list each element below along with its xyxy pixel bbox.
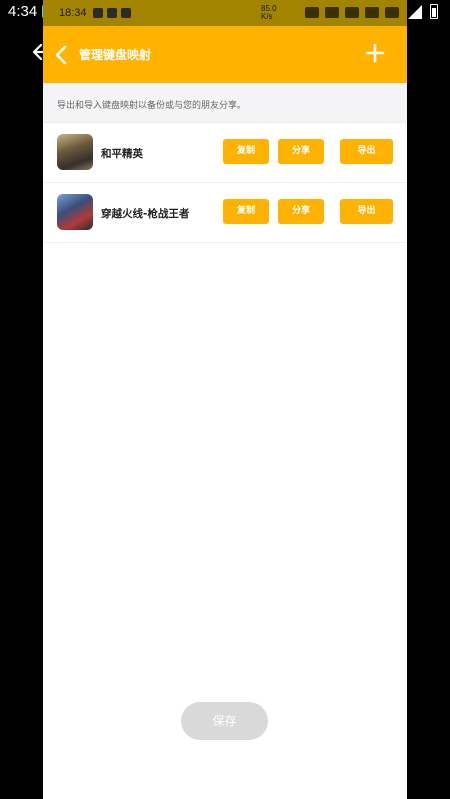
list-item: 穿越火线-枪战王者 复制 分享 导出 <box>43 183 407 243</box>
save-button[interactable]: 保存 <box>181 702 268 740</box>
game-icon <box>57 134 93 170</box>
app-bar: 管理键盘映射 <box>43 26 407 83</box>
network-speed: 85.0 K/s <box>261 5 277 21</box>
list-item: 和平精英 复制 分享 导出 <box>43 123 407 183</box>
notification-icon <box>121 8 131 18</box>
hint-text: 导出和导入键盘映射以备份或与您的朋友分享。 <box>43 83 407 123</box>
game-name: 和平精英 <box>101 148 143 160</box>
wifi-icon <box>325 7 339 18</box>
signal-icon <box>365 7 379 18</box>
battery-icon <box>430 4 438 19</box>
share-button[interactable]: 分享 <box>278 199 324 224</box>
notification-icon <box>93 8 103 18</box>
game-icon <box>57 194 93 230</box>
inner-notification-icons <box>93 8 131 18</box>
notification-icon <box>107 8 117 18</box>
screen: 4:34 18:34 85.0 K/s 管理键盘映射 导出和导入键盘映射以备份或… <box>0 0 450 799</box>
inner-status-icons <box>305 7 399 18</box>
share-button[interactable]: 分享 <box>278 139 324 164</box>
export-button[interactable]: 导出 <box>340 139 393 164</box>
signal-icon <box>345 7 359 18</box>
system-clock: 4:34 <box>8 3 38 20</box>
copy-button[interactable]: 复制 <box>223 139 269 164</box>
game-name: 穿越火线-枪战王者 <box>101 208 190 220</box>
chevron-left-icon[interactable] <box>53 44 69 66</box>
app-window: 18:34 85.0 K/s 管理键盘映射 导出和导入键盘映射以备份或与您的朋友… <box>43 0 407 799</box>
inner-status-bar: 18:34 85.0 K/s <box>43 0 407 26</box>
page-title: 管理键盘映射 <box>79 48 152 62</box>
export-button[interactable]: 导出 <box>340 199 393 224</box>
plus-icon[interactable] <box>365 43 385 63</box>
network-speed-unit: K/s <box>261 12 273 21</box>
copy-button[interactable]: 复制 <box>223 199 269 224</box>
inner-clock: 18:34 <box>59 7 87 19</box>
battery-icon <box>385 7 399 18</box>
signal-icon <box>408 4 422 19</box>
hd-icon <box>305 7 319 18</box>
